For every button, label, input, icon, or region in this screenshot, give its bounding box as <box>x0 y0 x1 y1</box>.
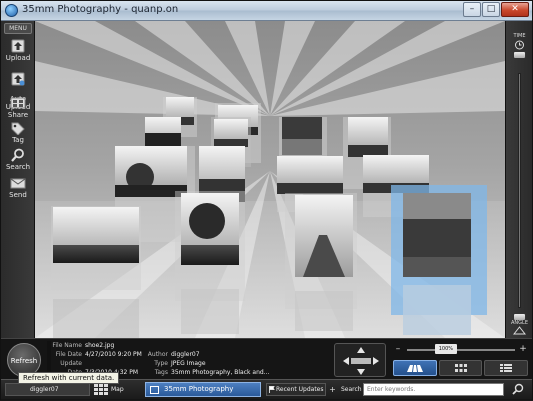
zoom-out-button[interactable]: – <box>393 344 403 354</box>
photo-tile[interactable] <box>285 193 357 331</box>
photo-tile-selected[interactable] <box>391 185 487 335</box>
zoom-percent[interactable]: 100% <box>434 344 457 354</box>
file-name-value: shoe2.jpg <box>85 342 115 349</box>
album-icon <box>150 386 159 394</box>
file-name-label: File Name <box>52 342 82 349</box>
tag-icon <box>11 122 25 135</box>
time-slider-track[interactable] <box>518 73 521 308</box>
file-date-value: 4/27/2010 9:20 PM <box>85 351 142 358</box>
photo-wall-3d-view[interactable] <box>35 21 505 338</box>
share-icon <box>10 97 26 109</box>
minimize-button[interactable]: – <box>463 2 481 17</box>
add-tab-button[interactable]: + <box>328 383 337 396</box>
clock-icon <box>515 40 524 50</box>
upload-icon <box>11 39 25 53</box>
grid-view-icon <box>454 364 467 372</box>
photo-tile[interactable] <box>51 206 141 338</box>
list-view-icon <box>500 364 513 372</box>
album-tab-label: 35mm Photography <box>164 385 234 393</box>
wall-view-icon <box>406 365 423 372</box>
title-bar: 35mm Photography - quanp.on – □ ✕ <box>1 1 532 21</box>
search-icon <box>512 383 524 395</box>
photo-tile[interactable] <box>175 191 245 334</box>
author-label: Author <box>147 351 168 358</box>
author-value: diggler07 <box>171 351 200 358</box>
map-icon[interactable] <box>94 384 108 395</box>
album-tab-35mm-photography[interactable]: 35mm Photography <box>145 382 261 397</box>
view-mode-switcher <box>393 360 529 376</box>
sidebar-item-label: Search <box>5 163 31 171</box>
search-icon <box>11 148 24 162</box>
sidebar-item-label: Send <box>9 191 27 199</box>
view-list-button[interactable] <box>484 360 529 376</box>
photo-wall-canvas[interactable] <box>35 21 505 338</box>
time-angle-bar: TIME ANGLE <box>505 21 532 338</box>
author-info: Author diggler07 Type JPEG Image Tags 35mm … <box>146 350 270 377</box>
view-3d-wall-button[interactable] <box>393 360 437 376</box>
search-input[interactable] <box>363 383 504 396</box>
auto-upload-icon <box>11 72 25 86</box>
sidebar-item-label: Tag <box>12 136 24 144</box>
window-title: 35mm Photography - quanp.on <box>22 4 179 15</box>
recent-updates-button[interactable]: Recent Updates <box>266 383 326 396</box>
tags-label: Tags <box>154 369 168 376</box>
tags-value: 35mm Photography, Black and... <box>171 369 270 376</box>
sidebar-item-upload[interactable]: Upload <box>1 39 35 62</box>
zoom-in-button[interactable]: + <box>518 344 528 354</box>
maximize-button[interactable]: □ <box>482 2 500 17</box>
file-date-label: File Date <box>55 351 82 358</box>
sidebar-item-tag[interactable]: Tag <box>1 121 35 144</box>
type-value: JPEG Image <box>171 360 206 367</box>
navigation-pad[interactable] <box>334 343 386 377</box>
menu-button[interactable]: MENU <box>4 23 32 34</box>
sidebar-item-label: Share <box>7 111 29 119</box>
sidebar-item-search[interactable]: Search <box>1 148 35 171</box>
close-button[interactable]: ✕ <box>501 2 529 17</box>
sidebar-item-share[interactable]: Share <box>1 96 35 119</box>
sidebar-item-send[interactable]: Send <box>1 176 35 199</box>
angle-icon[interactable] <box>513 326 526 335</box>
view-grid-button[interactable] <box>438 360 483 376</box>
user-account-button[interactable]: diggler07 <box>5 383 90 396</box>
type-label: Type <box>154 360 168 367</box>
refresh-tooltip: Refresh with current data. <box>18 372 120 384</box>
search-label: Search <box>341 386 362 393</box>
app-window: 35mm Photography - quanp.on – □ ✕ MENU U… <box>0 0 533 400</box>
time-label: TIME <box>513 33 526 39</box>
zoom-slider-track[interactable] <box>407 349 515 351</box>
move-arrows-icon[interactable] <box>335 344 387 378</box>
sidebar-item-label: Upload <box>5 54 31 62</box>
sidebar: MENU Upload Auto Upload Share <box>1 21 35 338</box>
map-button[interactable]: Map <box>111 383 124 396</box>
app-logo-icon <box>5 4 18 17</box>
send-icon <box>10 178 26 189</box>
recent-updates-label: Recent Updates <box>276 386 324 393</box>
time-slider-handle[interactable] <box>513 51 526 59</box>
search-go-button[interactable] <box>508 382 528 397</box>
flag-icon <box>269 386 275 393</box>
zoom-control: – 100% + <box>393 344 528 356</box>
